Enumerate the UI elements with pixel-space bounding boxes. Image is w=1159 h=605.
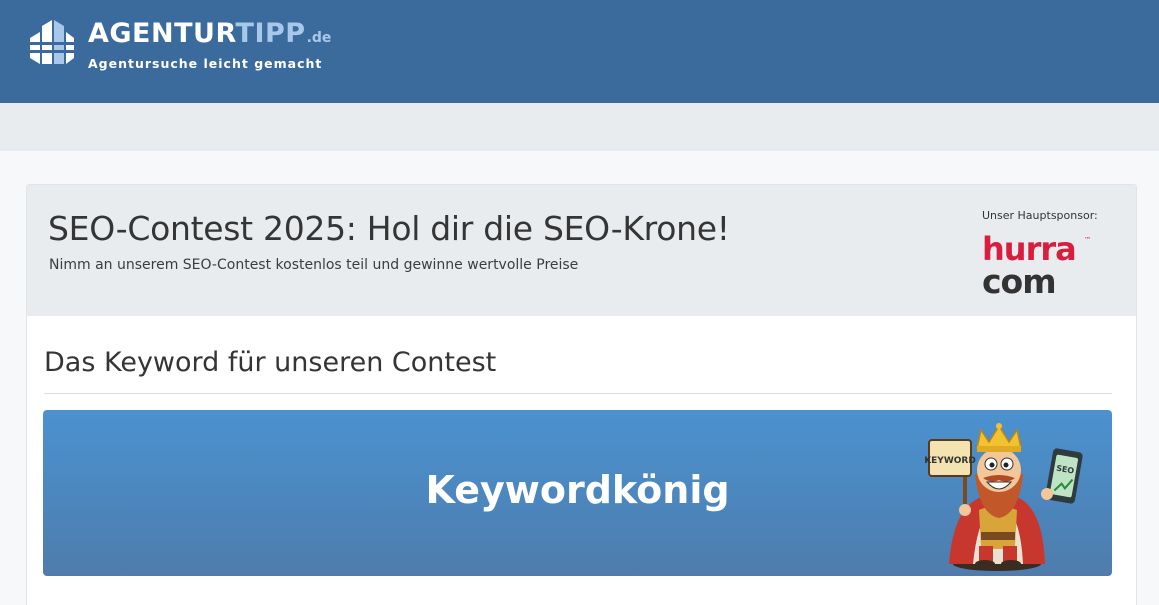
site-logo[interactable]: AGENTURTIPP.de Agentursuche leicht gemac…	[28, 16, 331, 71]
sponsor-logo-line2: com	[982, 262, 1056, 298]
section-heading: Das Keyword für unseren Contest	[44, 347, 497, 378]
sponsor-box: Unser Hauptsponsor: hurra ™ com	[982, 209, 1104, 298]
agenturtipp-logo-icon	[28, 20, 76, 64]
site-header: AGENTURTIPP.de Agentursuche leicht gemac…	[0, 0, 1159, 103]
contest-header: SEO-Contest 2025: Hol dir die SEO-Krone!…	[27, 185, 1136, 316]
page-subtitle: Nimm an unserem SEO-Contest kostenlos te…	[49, 257, 579, 273]
mascot-sign-text: KEYWORD	[924, 456, 976, 466]
king-mascot-icon: KEYWORD SEO	[924, 423, 1083, 571]
logo-tagline: Agentursuche leicht gemacht	[88, 56, 323, 71]
page-title: SEO-Contest 2025: Hol dir die SEO-Krone!	[48, 209, 730, 248]
sponsor-label: Unser Hauptsponsor:	[982, 209, 1098, 222]
contest-card: SEO-Contest 2025: Hol dir die SEO-Krone!…	[26, 184, 1137, 605]
sponsor-logo-tm: ™	[1084, 236, 1091, 244]
section-divider	[44, 393, 1112, 394]
sub-navigation-bar	[0, 103, 1159, 151]
hurra-com-logo[interactable]: hurra ™ com	[982, 228, 1094, 298]
keyword-banner: Keywordkönig KEYWORD SEO	[43, 410, 1112, 576]
logo-title: AGENTURTIPP.de	[88, 18, 332, 49]
